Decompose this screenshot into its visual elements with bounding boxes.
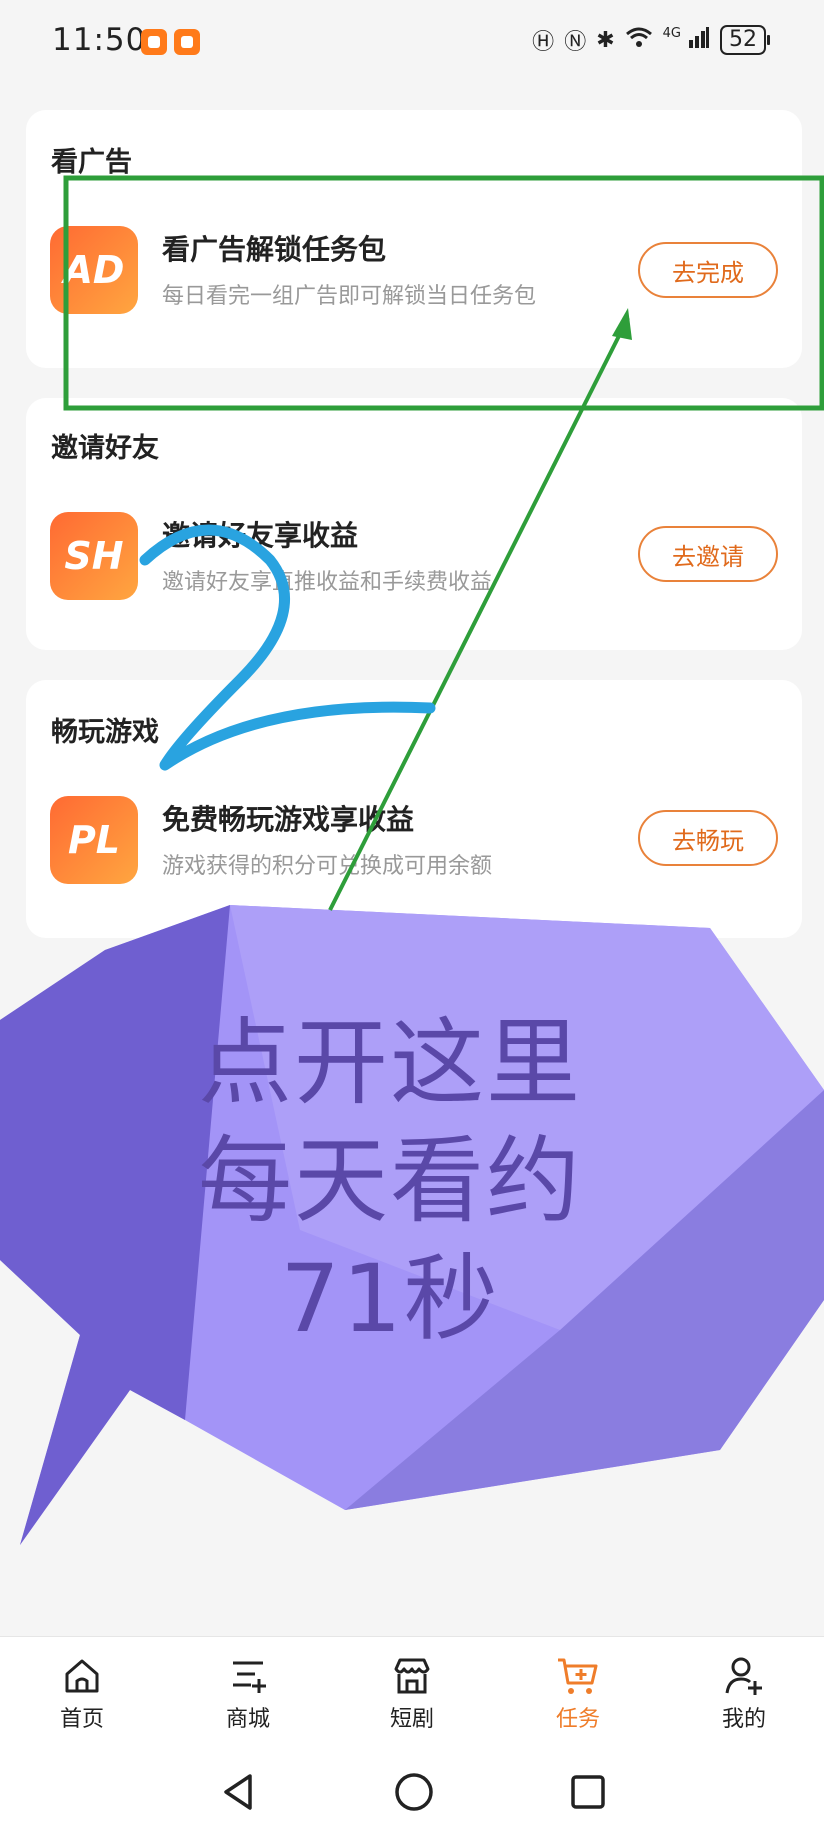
item-description: 邀请好友享直推收益和手续费收益	[162, 570, 493, 595]
nav-drama[interactable]: 短剧	[352, 1655, 472, 1733]
section-card-games: 畅玩游戏 PL 免费畅玩游戏享收益 游戏获得的积分可兑换成可用余额 去畅玩	[26, 680, 802, 938]
network-type: 4G	[662, 26, 681, 41]
section-title: 畅玩游戏	[51, 717, 159, 748]
item-title: 看广告解锁任务包	[162, 233, 387, 266]
nav-label: 我的	[721, 1707, 766, 1732]
signal-icon: 4G	[663, 26, 710, 54]
nav-home[interactable]: 首页	[22, 1655, 142, 1733]
hd-call-icon: Ⓗ	[532, 30, 555, 55]
annotation-line: 每天看约	[197, 1127, 582, 1236]
wifi-icon	[625, 26, 653, 54]
pl-logo-icon: PL	[50, 796, 138, 884]
item-description: 每日看完一组广告即可解锁当日任务包	[162, 284, 537, 309]
status-bar: 11:50 Ⓗ Ⓝ ✱ 4G 52	[0, 0, 824, 90]
battery-icon: 52	[720, 25, 770, 55]
section-card-ads: 看广告 AD 看广告解锁任务包 每日看完一组广告即可解锁当日任务包 去完成	[26, 110, 802, 368]
battery-level: 52	[729, 27, 757, 52]
status-icons: Ⓗ Ⓝ ✱ 4G 52	[532, 24, 770, 56]
home-icon	[65, 1659, 99, 1693]
annotation-line: 点开这里	[197, 1009, 582, 1118]
annotation-line: 71秒	[280, 1245, 500, 1354]
nav-label: 商城	[225, 1707, 270, 1732]
annotation-text: 点开这里 每天看约 71秒	[150, 1005, 630, 1359]
list-add-icon	[233, 1661, 266, 1693]
status-time: 11:50	[52, 22, 147, 58]
nav-label: 首页	[59, 1707, 104, 1732]
invite-button[interactable]: 去邀请	[638, 526, 778, 582]
item-title: 免费畅玩游戏享收益	[162, 803, 415, 836]
complete-button[interactable]: 去完成	[638, 242, 778, 298]
cart-add-icon	[558, 1658, 598, 1694]
back-icon[interactable]	[218, 1770, 258, 1814]
item-title: 邀请好友享收益	[162, 519, 359, 552]
sh-logo-icon: SH	[50, 512, 138, 600]
section-title: 看广告	[51, 147, 132, 178]
ad-logo-icon: AD	[50, 226, 138, 314]
section-title: 邀请好友	[51, 433, 159, 464]
play-button[interactable]: 去畅玩	[638, 810, 778, 866]
store-icon	[394, 1658, 430, 1694]
item-description: 游戏获得的积分可兑换成可用余额	[162, 854, 493, 879]
app-notification-icon-2	[174, 29, 200, 55]
nav-mall[interactable]: 商城	[188, 1655, 308, 1733]
section-card-invite: 邀请好友 SH 邀请好友享收益 邀请好友享直推收益和手续费收益 去邀请	[26, 398, 802, 650]
nfc-icon: Ⓝ	[564, 30, 587, 55]
nav-profile[interactable]: 我的	[684, 1655, 804, 1733]
nav-label: 任务	[555, 1707, 600, 1732]
app-notification-icon	[141, 29, 167, 55]
bluetooth-icon: ✱	[596, 27, 615, 53]
system-nav-bar	[0, 1754, 824, 1835]
home-circle-icon[interactable]	[392, 1770, 436, 1814]
nav-label: 短剧	[389, 1707, 434, 1732]
recents-icon[interactable]	[566, 1770, 610, 1814]
nav-tasks[interactable]: 任务	[518, 1655, 638, 1733]
bottom-nav: 首页 商城 短剧 任务 我的	[0, 1636, 824, 1755]
user-add-icon	[725, 1657, 762, 1695]
